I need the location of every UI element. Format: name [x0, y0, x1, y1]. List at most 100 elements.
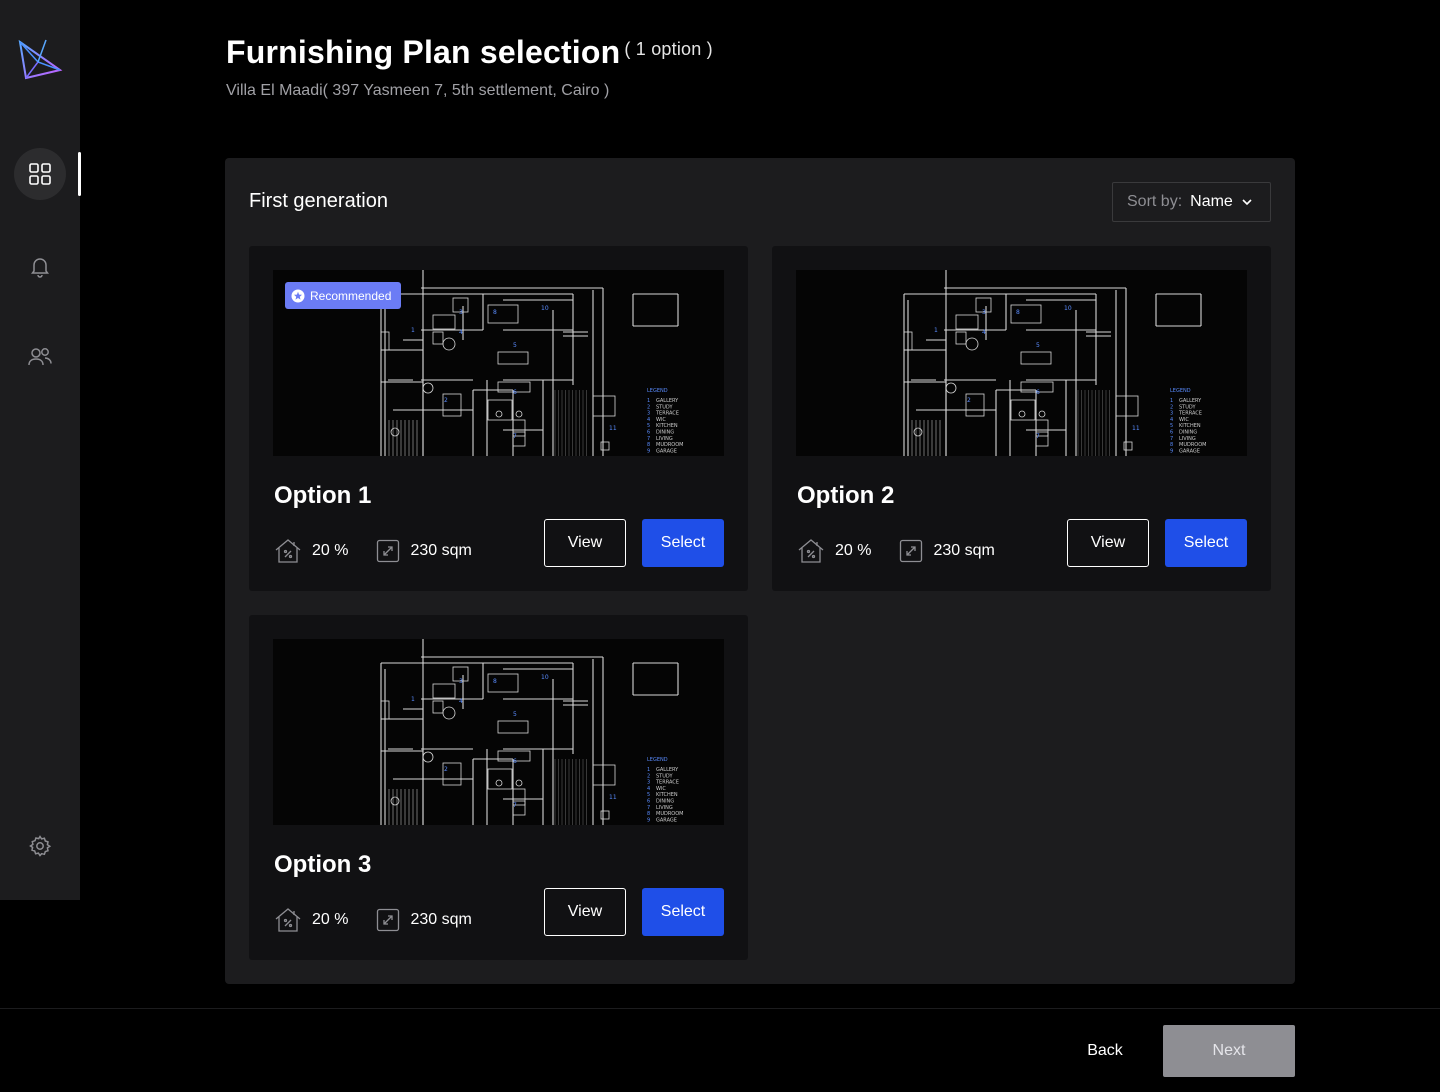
- svg-text:KITCHEN: KITCHEN: [656, 423, 678, 429]
- svg-text:1: 1: [411, 696, 415, 703]
- svg-text:8: 8: [493, 678, 497, 685]
- gear-icon: [29, 835, 52, 857]
- svg-text:LEGEND: LEGEND: [647, 757, 668, 763]
- next-button[interactable]: Next: [1163, 1025, 1295, 1077]
- select-button[interactable]: Select: [1165, 519, 1247, 567]
- svg-text:DINING: DINING: [1179, 430, 1197, 436]
- option-count: ( 1 option ): [624, 39, 713, 59]
- svg-text:6: 6: [1036, 389, 1040, 396]
- svg-text:GALLERY: GALLERY: [1179, 398, 1202, 404]
- svg-text:6: 6: [647, 430, 650, 436]
- svg-text:KITCHEN: KITCHEN: [1179, 423, 1201, 429]
- sidebar: [0, 0, 81, 900]
- svg-text:LIVING: LIVING: [656, 436, 673, 442]
- select-button[interactable]: Select: [642, 519, 724, 567]
- area-stat: 230 sqm: [376, 539, 472, 563]
- star-icon: [291, 289, 305, 302]
- svg-text:6: 6: [647, 799, 650, 805]
- svg-text:4: 4: [459, 698, 463, 705]
- ratio-value: 20 %: [835, 542, 872, 559]
- svg-text:4: 4: [459, 329, 463, 336]
- select-button[interactable]: Select: [642, 888, 724, 936]
- ratio-value: 20 %: [312, 911, 349, 928]
- option-title: Option 3: [274, 851, 372, 878]
- svg-text:2: 2: [1170, 404, 1173, 410]
- svg-text:7: 7: [647, 805, 650, 811]
- ratio-stat: 20 %: [797, 538, 871, 564]
- svg-text:2: 2: [967, 397, 971, 404]
- svg-text:5: 5: [513, 711, 517, 718]
- option-title: Option 1: [274, 482, 372, 509]
- svg-text:GALLERY: GALLERY: [656, 767, 679, 773]
- resize-icon: [377, 539, 400, 563]
- svg-text:WIC: WIC: [656, 786, 666, 792]
- floorplan-image[interactable]: 1 2 8 5 6 7 10 11 4 3 LEGEND 1 GALLERY 2 STUDY 3 TERRACE…: [273, 639, 724, 825]
- svg-text:3: 3: [647, 780, 650, 786]
- svg-text:10: 10: [1064, 305, 1072, 312]
- svg-text:1: 1: [1170, 398, 1173, 404]
- svg-text:3: 3: [647, 411, 650, 417]
- area-stat: 230 sqm: [899, 539, 995, 563]
- svg-text:9: 9: [647, 817, 650, 823]
- svg-text:10: 10: [541, 305, 549, 312]
- back-button[interactable]: Back: [1068, 1026, 1142, 1076]
- floorplan-drawing: 128567101143LEGEND1 GALLERY2 STUDY3 TERRACE…: [903, 270, 1206, 456]
- sidebar-item-dashboard[interactable]: [14, 148, 66, 200]
- sidebar-item-notifications[interactable]: [14, 240, 66, 292]
- svg-text:TERRACE: TERRACE: [1178, 411, 1202, 417]
- svg-text:6: 6: [513, 758, 517, 765]
- house-percent-icon: [798, 539, 824, 563]
- svg-text:MUDROOM: MUDROOM: [656, 442, 683, 448]
- svg-text:11: 11: [609, 794, 617, 801]
- svg-text:7: 7: [1036, 433, 1040, 440]
- svg-text:7: 7: [513, 433, 517, 440]
- ratio-stat: 20 %: [274, 538, 348, 564]
- svg-text:4: 4: [982, 329, 986, 336]
- option-stats: 20 % 230 sqm: [274, 538, 472, 564]
- option-card: 1 2 8 5 6 7 10 11 4 3 LEGEND 1 GALLERY 2 STUDY 3 TERRACE…: [249, 246, 748, 591]
- svg-text:GARAGE: GARAGE: [656, 817, 677, 823]
- svg-text:1: 1: [647, 398, 650, 404]
- svg-text:5: 5: [1170, 423, 1173, 429]
- svg-text:KITCHEN: KITCHEN: [656, 792, 678, 798]
- view-button[interactable]: View: [544, 888, 626, 936]
- option-card: 1 2 8 5 6 7 10 11 4 3 LEGEND 1 GALLERY 2 STUDY 3 TERRACE…: [772, 246, 1271, 591]
- badge-label: Recommended: [310, 288, 392, 303]
- floorplan-image[interactable]: 1 2 8 5 6 7 10 11 4 3 LEGEND 1 GALLERY 2 STUDY 3 TERRACE…: [796, 270, 1247, 456]
- svg-text:LEGEND: LEGEND: [1170, 388, 1191, 394]
- svg-text:8: 8: [1016, 309, 1020, 316]
- sort-dropdown[interactable]: Sort by: Name: [1112, 182, 1271, 222]
- svg-text:MUDROOM: MUDROOM: [656, 811, 683, 817]
- ratio-stat: 20 %: [274, 907, 348, 933]
- svg-text:11: 11: [1132, 425, 1140, 432]
- recommended-badge: Recommended: [285, 282, 402, 309]
- svg-text:4: 4: [647, 417, 650, 423]
- sort-value: Name: [1190, 193, 1233, 210]
- svg-text:7: 7: [647, 436, 650, 442]
- svg-text:STUDY: STUDY: [1179, 404, 1196, 410]
- floorplan-image[interactable]: 1 2 8 5 6 7 10 11 4 3 LEGEND 1 GALLERY 2 STUDY 3 TERRACE…: [273, 270, 724, 456]
- svg-text:1: 1: [934, 327, 938, 334]
- svg-text:GARAGE: GARAGE: [656, 448, 677, 454]
- svg-text:5: 5: [647, 423, 650, 429]
- area-stat: 230 sqm: [376, 908, 472, 932]
- svg-text:GARAGE: GARAGE: [1179, 448, 1200, 454]
- svg-text:2: 2: [647, 404, 650, 410]
- svg-text:8: 8: [1170, 442, 1173, 448]
- option-title: Option 2: [797, 482, 895, 509]
- ratio-value: 20 %: [312, 542, 349, 559]
- area-value: 230 sqm: [410, 542, 472, 559]
- view-button[interactable]: View: [1067, 519, 1149, 567]
- view-button[interactable]: View: [544, 519, 626, 567]
- svg-text:TERRACE: TERRACE: [655, 411, 679, 417]
- sidebar-item-settings[interactable]: [14, 820, 66, 872]
- sidebar-item-users[interactable]: [14, 331, 66, 383]
- svg-text:9: 9: [647, 448, 650, 454]
- house-percent-icon: [275, 908, 301, 932]
- svg-text:7: 7: [1170, 436, 1173, 442]
- svg-text:6: 6: [1170, 430, 1173, 436]
- resize-icon: [377, 908, 400, 932]
- sort-label: Sort by:: [1127, 193, 1183, 210]
- svg-text:5: 5: [647, 792, 650, 798]
- svg-text:3: 3: [459, 678, 463, 685]
